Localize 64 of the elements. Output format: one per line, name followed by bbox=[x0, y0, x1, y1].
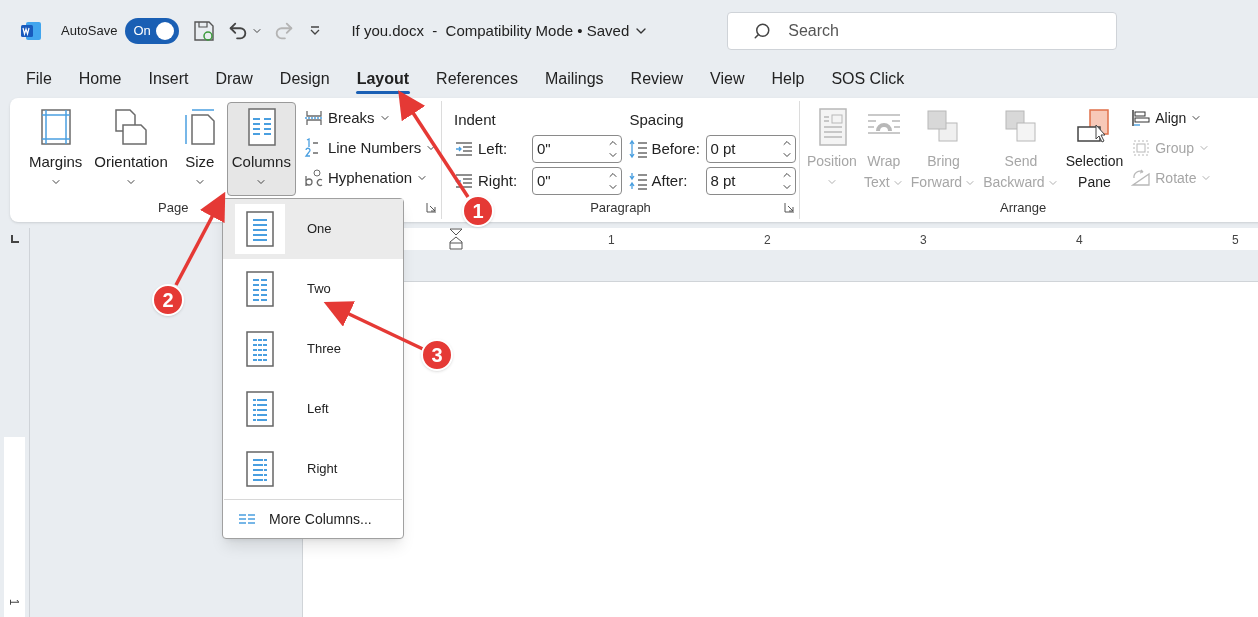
menu-item[interactable]: Left bbox=[223, 379, 403, 439]
ruler-number: 4 bbox=[1076, 232, 1083, 249]
menu-item[interactable]: One bbox=[223, 199, 403, 259]
ruler-number: 2 bbox=[764, 232, 771, 249]
menu-item[interactable]: Right bbox=[223, 439, 403, 499]
button-label: Forward bbox=[910, 173, 963, 192]
spin-field[interactable]: 8 pt bbox=[705, 167, 796, 195]
field-label: After: bbox=[651, 170, 689, 191]
ribbon-menu-button[interactable]: Line Numbers bbox=[299, 133, 442, 163]
ribbon-tab[interactable]: Help bbox=[758, 62, 818, 96]
button-label: Columns bbox=[231, 152, 291, 172]
menu-item[interactable]: Three bbox=[223, 319, 403, 379]
spin-field[interactable]: 0" bbox=[532, 135, 622, 163]
ribbon-tab[interactable]: Review bbox=[617, 62, 697, 96]
button-label: Selection bbox=[1065, 152, 1124, 171]
ribbon-tab[interactable]: References bbox=[423, 62, 531, 96]
spin-field[interactable]: 0 pt bbox=[705, 135, 796, 163]
search-field[interactable]: Search bbox=[727, 12, 1118, 50]
ribbon-tab[interactable]: Home bbox=[65, 62, 135, 96]
button-label: Position bbox=[807, 152, 857, 171]
ruler-number: 5 bbox=[1232, 232, 1239, 249]
button-label: Orientation bbox=[94, 152, 168, 172]
button-label: Wrap bbox=[867, 152, 901, 171]
ribbon-menu-button[interactable]: Breaks bbox=[299, 103, 442, 133]
ruler-number: 1 bbox=[608, 232, 615, 249]
autosave-toggle[interactable]: On bbox=[125, 18, 180, 44]
document-title[interactable]: If you.docx - Compatibility Mode • Saved bbox=[351, 19, 630, 43]
field-label: Before: bbox=[651, 138, 701, 159]
ribbon-button[interactable]: Orientation bbox=[89, 102, 173, 196]
ribbon-button[interactable]: Selection Pane bbox=[1062, 102, 1127, 196]
ribbon-menu-button[interactable]: Align bbox=[1127, 103, 1217, 133]
ribbon-tab[interactable]: Layout bbox=[343, 62, 423, 96]
step-badge: 2 bbox=[152, 284, 184, 316]
ribbon-tab[interactable]: File bbox=[13, 62, 65, 96]
ruler-number: 3 bbox=[920, 232, 927, 249]
menu-item[interactable]: Two bbox=[223, 259, 403, 319]
group-label: Paragraph bbox=[590, 199, 651, 218]
button-label: Backward bbox=[983, 173, 1045, 192]
field-label: Left: bbox=[478, 138, 509, 159]
ribbon-button[interactable]: Size bbox=[174, 102, 225, 196]
button-label: Send bbox=[1004, 152, 1038, 171]
ribbon-tab[interactable]: SOS Click bbox=[818, 62, 918, 96]
ribbon-tab[interactable]: View bbox=[697, 62, 758, 96]
ribbon-tab[interactable]: Design bbox=[266, 62, 343, 96]
ribbon-button[interactable]: Margins bbox=[24, 102, 88, 196]
ribbon-menu-button[interactable]: Hyphenation bbox=[299, 163, 442, 193]
ruler-number: 1 bbox=[6, 598, 23, 606]
group-label: Page bbox=[158, 199, 189, 218]
menu-item[interactable]: More Columns... bbox=[223, 500, 403, 538]
section-heading: Spacing bbox=[628, 110, 685, 130]
ribbon-button[interactable]: Columns bbox=[226, 102, 296, 196]
ribbon-tab[interactable]: Insert bbox=[135, 62, 202, 96]
ribbon-tab[interactable]: Mailings bbox=[531, 62, 617, 96]
spin-field[interactable]: 0" bbox=[532, 167, 622, 195]
group-label: Arrange bbox=[1000, 199, 1047, 218]
button-label: Text bbox=[863, 173, 890, 192]
button-label: Pane bbox=[1078, 173, 1111, 192]
ribbon-tab[interactable]: Draw bbox=[202, 62, 266, 96]
button-label: Size bbox=[185, 152, 215, 172]
autosave-label: AutoSave bbox=[61, 22, 118, 41]
field-label: Right: bbox=[478, 170, 519, 191]
button-label: Margins bbox=[29, 152, 83, 172]
section-heading: Indent bbox=[454, 110, 497, 130]
button-label: Bring bbox=[927, 152, 960, 171]
